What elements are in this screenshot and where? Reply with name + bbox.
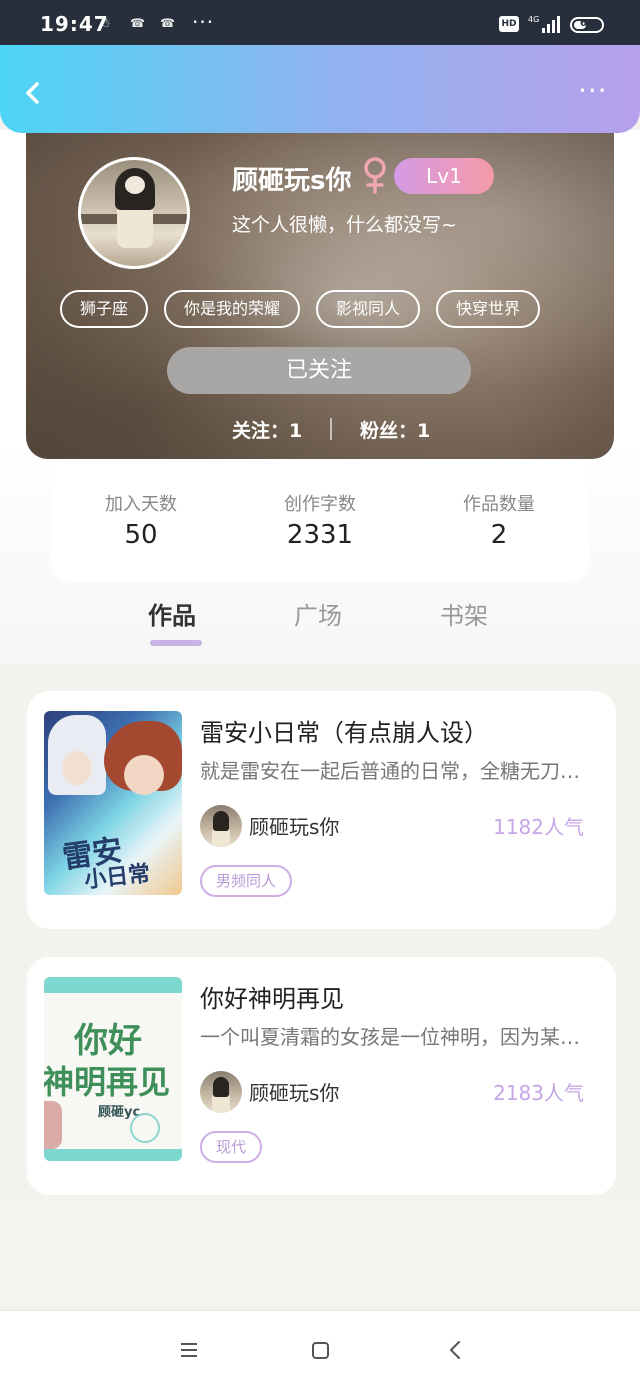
status-time: 19:47 <box>40 12 109 36</box>
stat-value: 2 <box>490 520 508 550</box>
work-description: 就是雷安在一起后普通的日常，全糖无刀… <box>200 759 580 783</box>
hd-badge-icon: HD <box>499 16 519 32</box>
more-notifications-icon: ··· <box>192 10 215 34</box>
profile-tags: 狮子座 你是我的荣耀 影视同人 快穿世界 <box>60 290 541 328</box>
work-title[interactable]: 雷安小日常（有点崩人设） <box>200 713 488 748</box>
user-name: 顾砸玩s你 <box>232 166 352 196</box>
profile-tag[interactable]: 影视同人 <box>316 290 421 328</box>
author-name[interactable]: 顾砸玩s你 <box>249 811 339 840</box>
follow-divider <box>330 418 332 440</box>
work-title[interactable]: 你好神明再见 <box>200 979 344 1014</box>
stat-value: 50 <box>124 520 158 550</box>
popularity-count: 2183人气 <box>493 1081 584 1105</box>
female-icon <box>364 157 386 194</box>
work-description: 一个叫夏清霜的女孩是一位神明，因为某… <box>200 1025 580 1049</box>
user-profile-page: 19:47 ☃ ☎ ☎ ··· HD 4G 65 ··· 顾砸玩s你 Lv1 这… <box>0 0 640 1387</box>
genre-tag[interactable]: 现代 <box>200 1131 263 1163</box>
stat-works-count: 作品数量 2 <box>409 490 589 550</box>
stat-word-count: 创作字数 2331 <box>230 490 410 550</box>
level-badge: Lv1 <box>394 158 494 194</box>
battery-level: 65 <box>580 18 594 29</box>
top-header: ··· <box>0 45 640 133</box>
stat-value: 2331 <box>286 520 354 550</box>
profile-tag[interactable]: 你是我的荣耀 <box>164 290 301 328</box>
tab-bookshelf[interactable]: 书架 <box>440 596 488 631</box>
stat-join-days: 加入天数 50 <box>51 490 231 550</box>
work-card[interactable]: 雷安 小日常 雷安小日常（有点崩人设） 就是雷安在一起后普通的日常，全糖无刀… … <box>27 691 616 929</box>
notification-icon: ☃ <box>100 16 111 30</box>
fans-count[interactable]: 粉丝：1 <box>360 416 430 443</box>
stats-card: 加入天数 50 创作字数 2331 作品数量 2 <box>51 460 589 582</box>
profile-tag[interactable]: 快穿世界 <box>436 290 541 328</box>
notification-icon: ☎ <box>160 16 175 30</box>
work-cover[interactable]: 雷安 小日常 <box>44 711 182 895</box>
cover-subtitle-text: 神明再见 <box>44 1063 171 1101</box>
notification-icon: ☎ <box>130 16 145 30</box>
content-tabs: 作品 广场 书架 <box>0 596 640 656</box>
tab-indicator <box>150 640 202 646</box>
home-square-icon[interactable] <box>305 1335 335 1365</box>
cover-subtitle-text: 小日常 <box>83 861 152 894</box>
genre-tag[interactable]: 男频同人 <box>200 865 293 897</box>
following-count[interactable]: 关注：1 <box>232 416 302 443</box>
system-nav-bar <box>0 1310 640 1387</box>
work-cover[interactable]: 你好 神明再见 顾砸yc <box>44 977 182 1161</box>
tab-works[interactable]: 作品 <box>148 596 196 631</box>
avatar[interactable] <box>78 157 190 269</box>
chevron-left-icon[interactable] <box>22 81 46 105</box>
cover-title-text: 你好 <box>74 1021 142 1061</box>
battery-icon: 65 <box>570 17 604 33</box>
tab-square[interactable]: 广场 <box>294 596 342 631</box>
signal-icon: 4G <box>528 15 560 33</box>
user-bio: 这个人很懒，什么都没写~ <box>232 214 457 236</box>
work-card[interactable]: 你好 神明再见 顾砸yc 你好神明再见 一个叫夏清霜的女孩是一位神明，因为某… … <box>27 957 616 1195</box>
profile-tag[interactable]: 狮子座 <box>60 290 149 328</box>
menu-icon[interactable] <box>174 1335 204 1365</box>
follow-stats: 关注：1 粉丝：1 <box>26 414 614 444</box>
back-triangle-icon[interactable] <box>440 1335 470 1365</box>
stat-label: 加入天数 <box>105 494 177 515</box>
svg-text:4G: 4G <box>528 15 539 24</box>
author-avatar[interactable] <box>200 1071 242 1113</box>
author-avatar[interactable] <box>200 805 242 847</box>
profile-card: 顾砸玩s你 Lv1 这个人很懒，什么都没写~ 狮子座 你是我的荣耀 影视同人 快… <box>26 112 614 459</box>
stat-label: 作品数量 <box>463 494 535 515</box>
works-list: 雷安 小日常 雷安小日常（有点崩人设） 就是雷安在一起后普通的日常，全糖无刀… … <box>0 663 640 1196</box>
stat-label: 创作字数 <box>284 494 356 515</box>
status-bar: 19:47 ☃ ☎ ☎ ··· HD 4G 65 <box>0 0 640 46</box>
author-name[interactable]: 顾砸玩s你 <box>249 1077 339 1106</box>
popularity-count: 1182人气 <box>493 815 584 839</box>
more-dots-icon[interactable]: ··· <box>578 77 618 105</box>
follow-button[interactable]: 已关注 <box>167 347 471 394</box>
